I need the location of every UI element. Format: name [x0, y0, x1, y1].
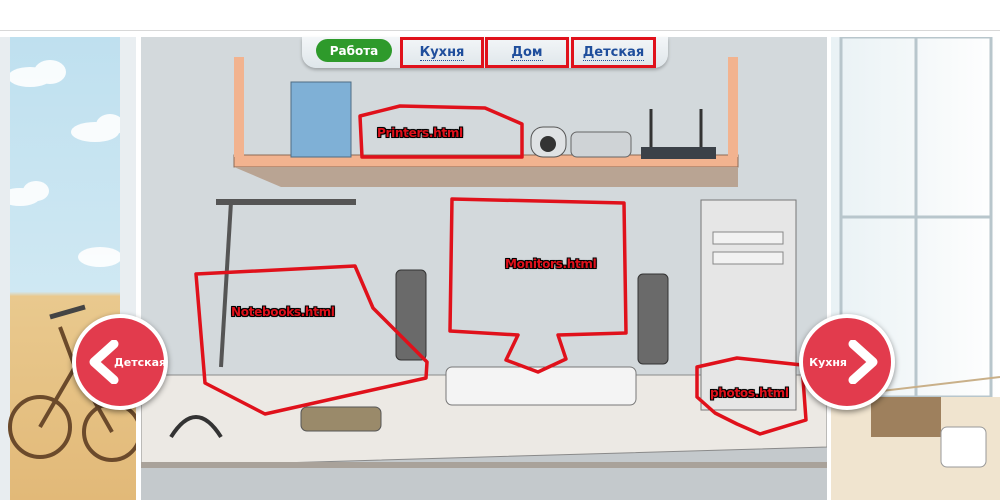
photos-link[interactable]: photos.html [710, 386, 789, 400]
tab-work[interactable]: Работа [316, 39, 392, 62]
room-viewer: Работа Кухня Дом Детская Printers.html M… [0, 0, 1000, 500]
tab-kitchen-label: Кухня [419, 44, 465, 61]
tab-kitchen[interactable]: Кухня [400, 37, 484, 68]
tab-kids-label: Детская [582, 44, 645, 61]
kitchen-illustration [831, 37, 1000, 500]
tab-work-label: Работа [329, 43, 379, 58]
notebooks-link[interactable]: Notebooks.html [231, 305, 335, 319]
tab-home[interactable]: Дом [485, 37, 569, 68]
printers-link[interactable]: Printers.html [377, 126, 463, 140]
chevron-right-icon [848, 340, 878, 384]
next-room-label: Кухня [809, 355, 847, 369]
tab-kids[interactable]: Детская [571, 37, 656, 68]
next-room-button[interactable]: Кухня [799, 314, 895, 410]
prev-room-label: Детская [114, 355, 167, 369]
tab-home-label: Дом [511, 44, 543, 61]
top-divider [0, 30, 1000, 31]
prev-room-button[interactable]: Детская [72, 314, 168, 410]
kids-room-illustration [0, 37, 136, 500]
chevron-left-icon [89, 340, 119, 384]
next-room-preview [831, 37, 1000, 500]
prev-room-preview [0, 37, 136, 500]
monitors-link[interactable]: Monitors.html [505, 257, 597, 271]
